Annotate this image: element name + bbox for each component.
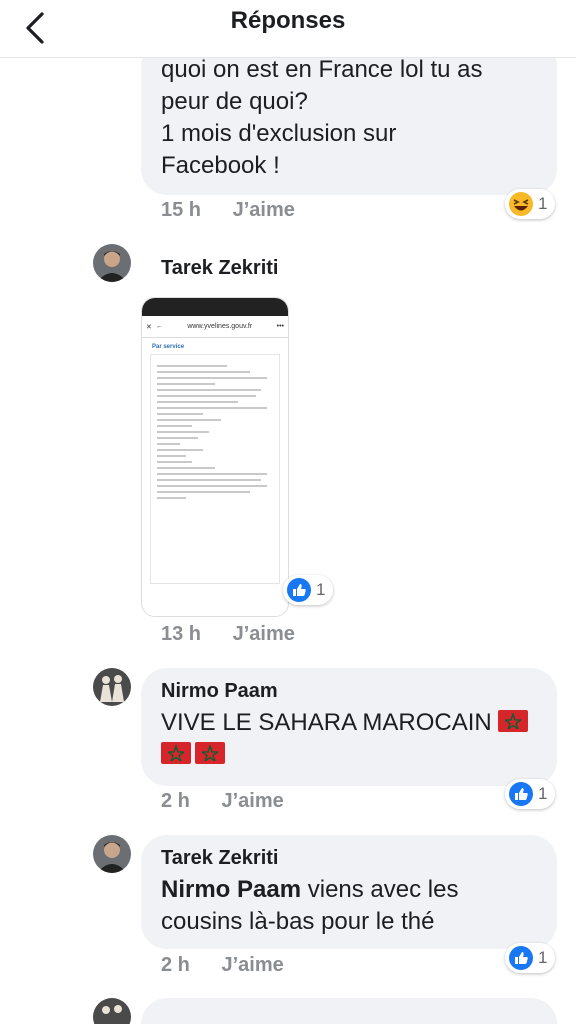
reaction-count: 1	[538, 194, 548, 213]
timestamp: 2 h	[161, 790, 190, 812]
comment-bubble[interactable]: quoi on est en France lol tu as peur de …	[141, 40, 557, 195]
like-icon	[509, 946, 533, 970]
comment-author[interactable]: Tarek Zekriti	[161, 847, 537, 870]
reaction-count: 1	[316, 580, 326, 599]
morocco-flag-icon	[498, 710, 529, 732]
reaction-count: 1	[538, 784, 548, 803]
like-button[interactable]: J’aime	[233, 199, 295, 221]
avatar[interactable]	[93, 668, 131, 706]
comment-author[interactable]: Nirmo Paam	[161, 680, 537, 703]
comment-bubble[interactable]: Nirmo Paam VIVE LE SAHARA MAROCAIN	[141, 668, 557, 786]
timestamp: 15 h	[161, 199, 202, 221]
group-avatar-icon	[93, 668, 131, 706]
mention-link[interactable]: Nirmo Paam	[161, 876, 301, 903]
group-avatar-icon	[93, 998, 131, 1024]
comment-meta: 2 h J’aime	[161, 954, 284, 977]
page-title: Réponses	[230, 7, 346, 34]
browser-bar: ✕ ← www.yvelines.gouv.fr •••	[142, 316, 288, 338]
like-button[interactable]: J’aime	[221, 954, 283, 976]
like-button[interactable]: J’aime	[221, 790, 283, 812]
status-bar	[142, 298, 288, 316]
like-icon	[509, 782, 533, 806]
comment-meta: 2 h J’aime	[161, 790, 284, 813]
comment-bubble[interactable]: Tarek Zekriti Nirmo Paam viens avec les …	[141, 835, 557, 949]
morocco-flag-icon	[161, 742, 191, 764]
reaction-count: 1	[538, 948, 548, 967]
document-content	[150, 354, 280, 584]
comment-meta: 13 h J’aime	[161, 623, 295, 646]
page-footer	[142, 602, 288, 616]
like-icon	[287, 578, 311, 602]
morocco-flag-icon	[195, 742, 225, 764]
comment-bubble[interactable]	[141, 998, 557, 1024]
person-avatar-icon	[93, 835, 131, 873]
comment-meta: 15 h J’aime	[161, 199, 295, 222]
comment-author[interactable]: Tarek Zekriti	[161, 257, 278, 280]
reaction-badge[interactable]: 1	[505, 189, 556, 219]
comment-text: quoi on est en France lol tu as peur de …	[161, 56, 483, 179]
avatar[interactable]	[93, 998, 131, 1024]
like-button[interactable]: J’aime	[233, 623, 295, 645]
attached-image[interactable]: ✕ ← www.yvelines.gouv.fr ••• Par service	[141, 297, 289, 617]
reaction-badge[interactable]: 1	[505, 943, 556, 973]
comment-text: Nirmo Paam viens avec les cousins là-bas…	[161, 876, 459, 935]
avatar[interactable]	[93, 244, 131, 282]
avatar[interactable]	[93, 835, 131, 873]
top-bar: Réponses	[0, 0, 576, 58]
haha-icon	[509, 192, 533, 216]
comment-text: VIVE LE SAHARA MAROCAIN	[161, 707, 537, 771]
reaction-badge[interactable]: 1	[283, 575, 334, 605]
timestamp: 2 h	[161, 954, 190, 976]
reaction-badge[interactable]: 1	[505, 779, 556, 809]
person-avatar-icon	[93, 244, 131, 282]
timestamp: 13 h	[161, 623, 202, 645]
